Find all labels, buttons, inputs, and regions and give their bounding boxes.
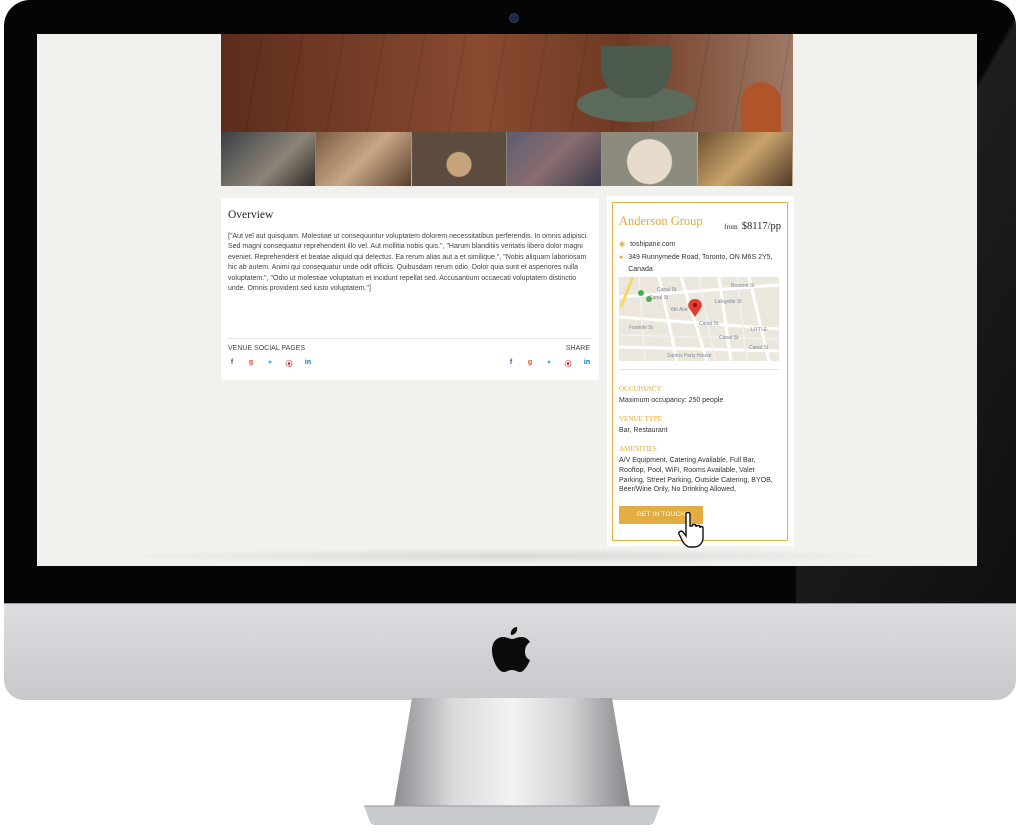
map-label: Franklin St bbox=[629, 325, 654, 331]
twitter-icon[interactable]: ● bbox=[266, 359, 274, 369]
map-label: LITTLE bbox=[751, 327, 768, 333]
overview-card: Overview ["Aut vel aut quisquam. Molesti… bbox=[221, 198, 599, 380]
twitter-icon[interactable]: ● bbox=[545, 359, 553, 369]
map-label: Canal St bbox=[699, 321, 719, 327]
website-link[interactable]: toshipanir.com bbox=[630, 239, 675, 251]
venue-sidebar: Anderson Group from $8117/pp ◉ toshipani… bbox=[607, 196, 794, 546]
imac-stand bbox=[364, 698, 660, 825]
map-label: Santos Party House bbox=[667, 353, 712, 359]
price-from-label: from bbox=[724, 223, 738, 231]
gallery-thumbnail[interactable] bbox=[316, 132, 412, 186]
gallery-thumbnail[interactable] bbox=[697, 132, 793, 186]
gallery-thumbnail[interactable] bbox=[221, 132, 317, 186]
webcam-icon bbox=[509, 13, 519, 23]
google-plus-icon[interactable]: g bbox=[526, 359, 534, 369]
hero-image bbox=[221, 34, 793, 132]
amenities-label: AMENITIES bbox=[619, 445, 657, 453]
linkedin-icon[interactable]: in bbox=[304, 359, 312, 369]
divider bbox=[619, 369, 779, 370]
mouse-cursor-icon bbox=[678, 512, 704, 548]
facebook-icon[interactable]: f bbox=[228, 359, 236, 369]
gallery-thumbnail[interactable] bbox=[602, 132, 698, 186]
screen: Overview ["Aut vel aut quisquam. Molesti… bbox=[37, 34, 977, 566]
shadow bbox=[97, 548, 917, 564]
gallery-thumbnail[interactable] bbox=[411, 132, 507, 186]
map-label: Canal St bbox=[657, 287, 677, 293]
address-text: 349 Runnymede Road, Toronto, ON M6S 2Y5,… bbox=[628, 254, 773, 273]
overview-body: ["Aut vel aut quisquam. Molestiae ut con… bbox=[228, 233, 589, 293]
gallery-thumbnails bbox=[221, 132, 793, 186]
venue-type-value: Bar, Restaurant bbox=[619, 427, 668, 434]
map-label: Broome St bbox=[731, 283, 755, 289]
map-label: Canal St bbox=[719, 335, 739, 341]
chair-shape bbox=[741, 82, 781, 132]
website-row: ◉ toshipanir.com bbox=[619, 239, 781, 251]
map-label: Canal St bbox=[749, 345, 769, 351]
coffee-cup-shape bbox=[601, 46, 671, 98]
globe-icon: ◉ bbox=[619, 241, 626, 248]
map[interactable]: Canal St Canal St Canal St Canal St Cana… bbox=[619, 277, 779, 361]
gallery-thumbnail[interactable] bbox=[506, 132, 603, 186]
map-graphic: Canal St Canal St Canal St Canal St Cana… bbox=[619, 277, 779, 361]
google-plus-icon[interactable]: g bbox=[247, 359, 255, 369]
apple-logo-icon bbox=[492, 627, 530, 672]
map-label: 6th Ave bbox=[671, 307, 688, 313]
amenities-value: A/V Equipment, Catering Available, Full … bbox=[619, 457, 773, 494]
venue-card: Anderson Group from $8117/pp ◉ toshipani… bbox=[612, 202, 788, 541]
map-label: Lafayette St bbox=[715, 299, 742, 305]
divider bbox=[228, 338, 592, 339]
occupancy-label: OCCUPANCY bbox=[619, 385, 662, 393]
share-icons: f g ● ⦿ in bbox=[507, 359, 591, 369]
share-label: SHARE bbox=[565, 345, 590, 352]
venue-price: from $8117/pp bbox=[724, 216, 781, 234]
overview-title: Overview bbox=[228, 209, 274, 221]
address-row: ● 349 Runnymede Road, Toronto, ON M6S 2Y… bbox=[619, 252, 781, 275]
facebook-icon[interactable]: f bbox=[507, 359, 515, 369]
map-label: Canal St bbox=[649, 295, 669, 301]
occupancy-value: Maximum occupancy: 250 people bbox=[619, 397, 724, 404]
linkedin-icon[interactable]: in bbox=[583, 359, 591, 369]
venue-type-label: VENUE TYPE bbox=[619, 415, 662, 423]
venue-name: Anderson Group bbox=[619, 214, 703, 228]
location-pin-icon: ● bbox=[619, 254, 624, 261]
pinterest-icon[interactable]: ⦿ bbox=[285, 359, 293, 369]
pinterest-icon[interactable]: ⦿ bbox=[564, 359, 572, 369]
venue-social-icons: f g ● ⦿ in bbox=[228, 359, 312, 369]
venue-social-label: VENUE SOCIAL PAGES bbox=[228, 345, 306, 352]
price-value: $8117/pp bbox=[741, 221, 781, 232]
